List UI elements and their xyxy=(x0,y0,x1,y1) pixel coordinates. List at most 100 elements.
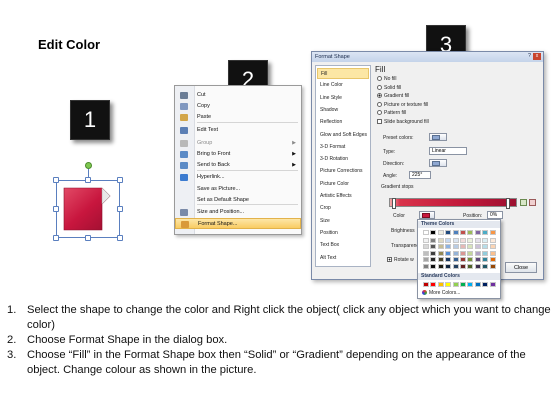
selected-shape[interactable] xyxy=(53,162,123,241)
color-swatch[interactable] xyxy=(445,257,452,263)
color-swatch[interactable] xyxy=(437,244,444,250)
color-swatch[interactable] xyxy=(460,257,466,263)
solid-fill-radio[interactable]: Solid fill xyxy=(377,84,401,92)
slide-background-fill-checkbox[interactable]: Slide background fill xyxy=(377,119,429,126)
category-glow-and-soft-edges[interactable]: Glow and Soft Edges xyxy=(317,130,369,141)
color-swatch[interactable] xyxy=(452,230,459,235)
color-swatch[interactable] xyxy=(445,282,452,287)
menu-item-format-shape[interactable]: Format Shape... xyxy=(175,218,301,229)
menu-item-size-and-position[interactable]: Size and Position... xyxy=(175,207,301,218)
color-swatch[interactable] xyxy=(452,238,459,243)
color-swatch[interactable] xyxy=(445,238,452,243)
color-swatch[interactable] xyxy=(467,257,474,263)
gradient-stop[interactable] xyxy=(506,198,510,209)
color-swatch[interactable] xyxy=(482,230,489,235)
menu-item-cut[interactable]: Cut xyxy=(175,90,301,101)
color-swatch[interactable] xyxy=(489,238,496,243)
color-swatch[interactable] xyxy=(482,263,489,269)
category-size[interactable]: Size xyxy=(317,216,369,227)
category-picture-corrections[interactable]: Picture Corrections xyxy=(317,166,369,177)
add-stop-icon[interactable] xyxy=(520,199,527,206)
color-swatch[interactable] xyxy=(467,282,474,287)
menu-item-save-as-picture[interactable]: Save as Picture... xyxy=(175,184,301,195)
color-swatch[interactable] xyxy=(482,250,489,256)
position-input[interactable]: 0% xyxy=(487,211,503,219)
direction-dropdown[interactable] xyxy=(429,159,447,167)
color-swatch[interactable] xyxy=(430,238,437,243)
color-swatch[interactable] xyxy=(445,250,452,256)
category-fill[interactable]: Fill xyxy=(317,68,369,79)
rotate-with-shape-checkbox[interactable]: Rotate w xyxy=(387,257,414,263)
category-reflection[interactable]: Reflection xyxy=(317,117,369,128)
color-swatch[interactable] xyxy=(460,244,466,250)
color-swatch[interactable] xyxy=(423,230,429,235)
resize-handle[interactable] xyxy=(117,235,123,241)
resize-handle[interactable] xyxy=(53,177,59,183)
color-swatch[interactable] xyxy=(474,244,481,250)
color-swatch[interactable] xyxy=(423,238,429,243)
color-swatch[interactable] xyxy=(460,263,466,269)
resize-handle[interactable] xyxy=(85,235,91,241)
color-swatch[interactable] xyxy=(437,230,444,235)
resize-handle[interactable] xyxy=(85,177,91,183)
gradient-fill-radio[interactable]: Gradient fill xyxy=(377,93,409,100)
resize-handle[interactable] xyxy=(53,206,59,212)
menu-item-hyperlink[interactable]: Hyperlink... xyxy=(175,172,301,183)
close-icon[interactable]: x xyxy=(533,53,541,60)
color-swatch[interactable] xyxy=(474,257,481,263)
close-button[interactable]: Close xyxy=(505,262,537,273)
color-swatch[interactable] xyxy=(482,244,489,250)
color-swatch[interactable] xyxy=(430,244,437,250)
color-swatch[interactable] xyxy=(489,250,496,256)
color-swatch[interactable] xyxy=(460,238,466,243)
category-3-d-format[interactable]: 3-D Format xyxy=(317,142,369,153)
color-swatch[interactable] xyxy=(430,257,437,263)
more-colors-link[interactable]: More Colors... xyxy=(422,290,460,296)
category-picture-color[interactable]: Picture Color xyxy=(317,179,369,190)
category-position[interactable]: Position xyxy=(317,228,369,239)
color-swatch[interactable] xyxy=(474,230,481,235)
red-ribbon-shape[interactable] xyxy=(62,184,114,234)
color-swatch[interactable] xyxy=(423,244,429,250)
color-swatch[interactable] xyxy=(437,282,444,287)
color-swatch[interactable] xyxy=(430,263,437,269)
color-swatch[interactable] xyxy=(489,282,496,287)
category-artistic-effects[interactable]: Artistic Effects xyxy=(317,191,369,202)
color-swatch[interactable] xyxy=(445,244,452,250)
category-line-style[interactable]: Line Style xyxy=(317,93,369,104)
color-swatch[interactable] xyxy=(437,257,444,263)
color-swatch[interactable] xyxy=(460,282,466,287)
color-swatch[interactable] xyxy=(452,263,459,269)
category-alt-text[interactable]: Alt Text xyxy=(317,253,369,264)
no-fill-radio[interactable]: No fill xyxy=(377,76,397,83)
color-swatch[interactable] xyxy=(423,257,429,263)
remove-stop-icon[interactable] xyxy=(529,199,536,206)
help-icon[interactable]: ? xyxy=(528,53,531,59)
color-swatch[interactable] xyxy=(460,250,466,256)
category-text-box[interactable]: Text Box xyxy=(317,240,369,251)
color-swatch[interactable] xyxy=(460,230,466,235)
color-swatch[interactable] xyxy=(474,263,481,269)
preset-colors-dropdown[interactable] xyxy=(429,133,447,141)
color-swatch[interactable] xyxy=(489,263,496,269)
gradient-bar[interactable] xyxy=(389,198,517,209)
color-swatch[interactable] xyxy=(423,250,429,256)
rotation-handle[interactable] xyxy=(85,162,92,169)
color-swatch[interactable] xyxy=(482,282,489,287)
color-swatch[interactable] xyxy=(430,250,437,256)
color-swatch[interactable] xyxy=(437,238,444,243)
color-swatch[interactable] xyxy=(489,244,496,250)
pattern-fill-radio[interactable]: Pattern fill xyxy=(377,110,406,117)
color-dropdown[interactable] xyxy=(419,211,435,219)
picture-or-texture-fill-radio[interactable]: Picture or texture fill xyxy=(377,101,428,109)
color-swatch[interactable] xyxy=(445,263,452,269)
resize-handle[interactable] xyxy=(117,206,123,212)
category-crop[interactable]: Crop xyxy=(317,203,369,214)
menu-item-group[interactable]: Group ▶ xyxy=(175,138,301,149)
color-swatch[interactable] xyxy=(489,257,496,263)
menu-item-copy[interactable]: Copy xyxy=(175,101,301,112)
color-swatch[interactable] xyxy=(467,250,474,256)
menu-item-edit-text[interactable]: Edit Text xyxy=(175,125,301,136)
angle-input[interactable]: 225° xyxy=(409,171,431,179)
color-swatch[interactable] xyxy=(467,238,474,243)
